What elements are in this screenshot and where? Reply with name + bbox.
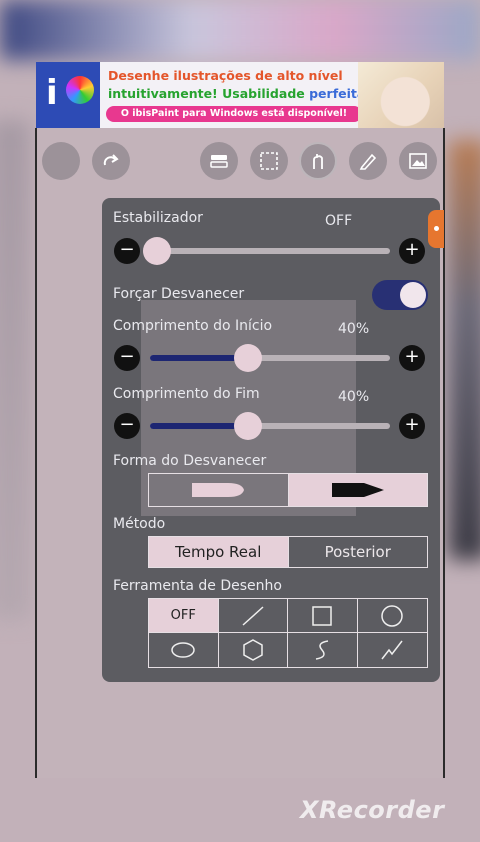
ad-banner[interactable]: i Desenhe ilustrações de alto nível intu… bbox=[36, 62, 444, 128]
redo-button[interactable] bbox=[92, 142, 130, 180]
tool-line-button[interactable] bbox=[218, 599, 288, 633]
blurred-background-top bbox=[0, 0, 480, 60]
ad-subline-b: Usabilidade bbox=[222, 86, 305, 101]
ad-windows-pill[interactable]: O ibisPaint para Windows está disponível… bbox=[106, 106, 362, 122]
selection-icon bbox=[260, 152, 278, 170]
stabilizer-label: Estabilizador bbox=[113, 210, 203, 226]
start-length-label: Comprimento do Início bbox=[113, 318, 273, 334]
end-length-plus-button[interactable]: + bbox=[399, 413, 425, 439]
method-selector: Tempo Real Posterior bbox=[148, 536, 428, 568]
end-length-slider-track[interactable] bbox=[150, 423, 390, 429]
polyline-icon bbox=[381, 640, 403, 660]
start-length-plus-button[interactable]: + bbox=[399, 345, 425, 371]
ad-headline: Desenhe ilustrações de alto nível bbox=[108, 68, 343, 83]
stabilizer-minus-button[interactable]: − bbox=[114, 238, 140, 264]
tool-ellipse-button[interactable] bbox=[149, 633, 219, 667]
end-length-slider-thumb[interactable] bbox=[234, 412, 262, 440]
stabilizer-slider-track[interactable] bbox=[150, 248, 390, 254]
end-length-label: Comprimento do Fim bbox=[113, 386, 260, 402]
method-option-realtime[interactable]: Tempo Real bbox=[149, 537, 288, 567]
round-taper-icon bbox=[192, 483, 245, 497]
toggle-knob bbox=[400, 282, 426, 308]
fade-shape-option-sharp[interactable] bbox=[287, 474, 427, 506]
stabilizer-plus-button[interactable]: + bbox=[399, 238, 425, 264]
force-fade-toggle[interactable] bbox=[372, 280, 428, 310]
method-label: Método bbox=[113, 516, 166, 532]
ellipse-icon bbox=[171, 642, 195, 658]
selection-button[interactable] bbox=[250, 142, 288, 180]
stabilizer-slider-thumb[interactable] bbox=[143, 237, 171, 265]
layer-icon bbox=[210, 155, 228, 168]
circle-icon bbox=[381, 604, 403, 627]
fade-shape-option-round[interactable] bbox=[149, 474, 288, 506]
orange-side-tab[interactable] bbox=[428, 210, 444, 248]
redo-icon bbox=[103, 154, 119, 166]
pen-icon bbox=[359, 153, 377, 170]
blurred-background-right bbox=[448, 140, 480, 560]
layer-button[interactable] bbox=[200, 142, 238, 180]
undo-button[interactable] bbox=[42, 142, 80, 180]
ad-subline: intuitivamente! Usabilidade perfeita! bbox=[108, 86, 371, 101]
gallery-button[interactable] bbox=[399, 142, 437, 180]
ad-subline-a: intuitivamente! bbox=[108, 86, 218, 101]
tool-circle-button[interactable] bbox=[357, 599, 427, 633]
ibispaint-logo: i bbox=[36, 62, 100, 128]
tool-polyline-button[interactable] bbox=[358, 633, 428, 667]
rectangle-icon bbox=[312, 605, 332, 626]
force-fade-label: Forçar Desvanecer bbox=[113, 286, 245, 302]
stabilizer-value: OFF bbox=[325, 213, 353, 229]
fade-shape-label: Forma do Desvanecer bbox=[113, 453, 267, 469]
undo-icon bbox=[51, 151, 71, 171]
start-length-slider-thumb[interactable] bbox=[234, 344, 262, 372]
pen-button[interactable] bbox=[349, 142, 387, 180]
tool-polygon-button[interactable] bbox=[219, 633, 288, 667]
tool-rectangle-button[interactable] bbox=[288, 599, 358, 633]
logo-palette-ring bbox=[66, 76, 94, 104]
tool-curve-button[interactable] bbox=[288, 633, 358, 667]
end-length-minus-button[interactable]: − bbox=[114, 413, 140, 439]
stabilizer-icon bbox=[313, 154, 323, 169]
ad-character-art bbox=[358, 62, 444, 128]
polygon-icon bbox=[243, 639, 263, 661]
start-length-minus-button[interactable]: − bbox=[114, 345, 140, 371]
blurred-background-left bbox=[0, 120, 30, 620]
gallery-icon bbox=[409, 153, 427, 169]
stabilizer-button[interactable] bbox=[299, 142, 337, 180]
drawing-tool-grid: OFF bbox=[148, 598, 428, 668]
start-length-slider-track[interactable] bbox=[150, 355, 390, 361]
curve-icon bbox=[316, 640, 329, 660]
sharp-taper-icon bbox=[331, 483, 384, 497]
drawing-tool-label: Ferramenta de Desenho bbox=[113, 578, 282, 594]
canvas-edge-left bbox=[35, 128, 37, 778]
method-option-after[interactable]: Posterior bbox=[287, 537, 428, 567]
recorder-watermark: XRecorder bbox=[300, 796, 445, 824]
logo-letter: i bbox=[46, 73, 58, 113]
start-length-value: 40% bbox=[338, 321, 370, 337]
tool-off-button[interactable]: OFF bbox=[149, 599, 219, 633]
end-length-value: 40% bbox=[338, 389, 370, 405]
line-icon bbox=[242, 605, 264, 626]
fade-shape-selector bbox=[148, 473, 428, 507]
